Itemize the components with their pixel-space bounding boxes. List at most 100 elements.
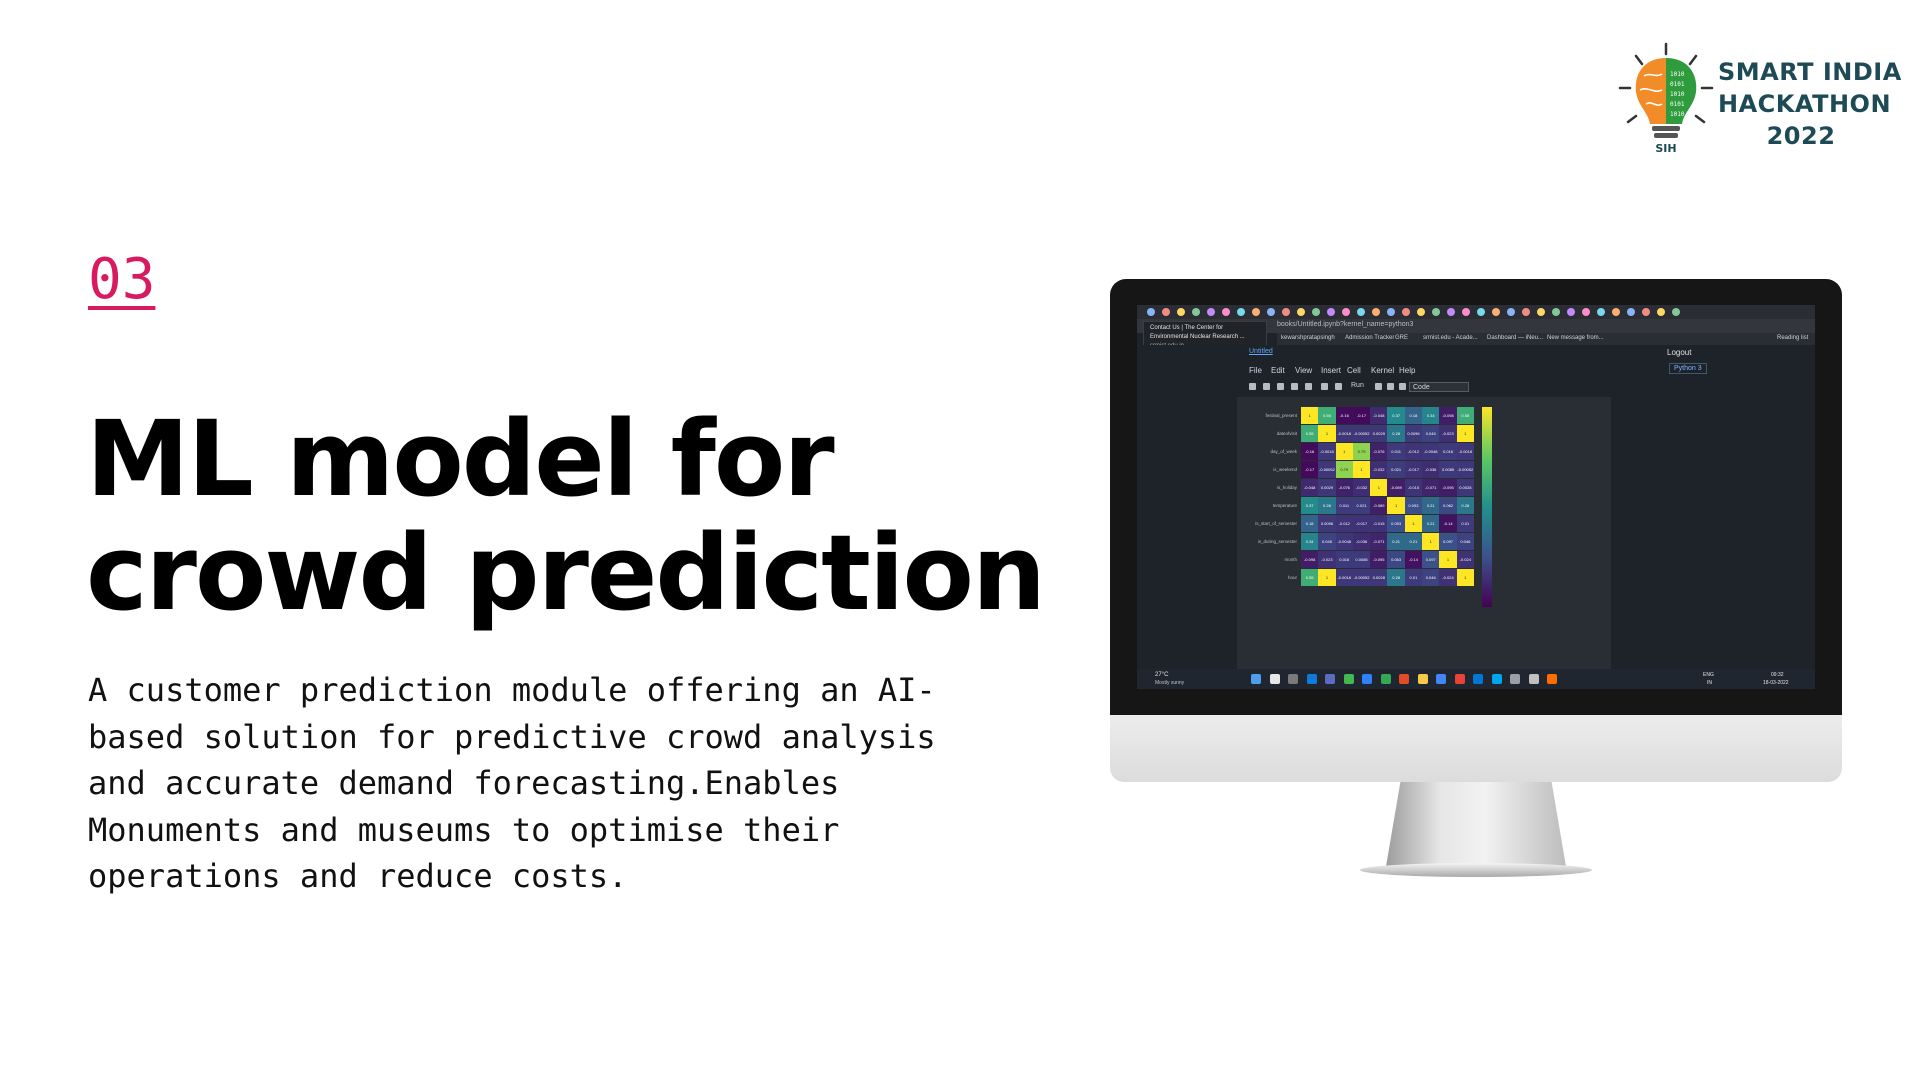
heatmap-cell: 0.55: [1318, 407, 1336, 425]
heatmap-cell: 0.016: [1335, 551, 1353, 569]
heatmap-cell: 1: [1318, 425, 1336, 443]
heatmap-cell: 0.046: [1456, 533, 1474, 551]
bookmark-item: New message from...: [1547, 335, 1604, 341]
cell-type-select: Code: [1409, 382, 1469, 392]
taskbar-app-icon: [1251, 674, 1261, 684]
menu-item-insert: Insert: [1321, 366, 1342, 375]
svg-text:0101: 0101: [1670, 81, 1685, 88]
heatmap-row: temperature 0.37 0.28 0.011 0.021 -0.089 1 0.09…: [1273, 497, 1474, 515]
heatmap-cell: -0.024: [1456, 551, 1474, 569]
heatmap-cell: 0.0096: [1404, 425, 1423, 443]
browser-tab-icon: [1417, 308, 1425, 316]
heatmap-cell: 0.046: [1422, 569, 1440, 587]
heatmap-cell: 1: [1370, 479, 1388, 497]
heatmap-cell: 0.093: [1404, 497, 1423, 515]
heatmap-cell: 0.79: [1352, 443, 1371, 461]
browser-tab-icon: [1297, 308, 1305, 316]
monitor-screen: books/Untitled.ipynb?kernel_name=python3…: [1137, 305, 1815, 689]
heatmap-row-label: festival_present: [1265, 413, 1297, 418]
heatmap-cell: -0.015: [1404, 479, 1423, 497]
heatmap-cell: 0.045: [1318, 533, 1336, 551]
heatmap-cell: -0.098: [1439, 407, 1457, 425]
heatmap-cell: -0.17: [1301, 461, 1319, 479]
taskbar-app-icon: [1510, 674, 1520, 684]
heatmap-cell: 0.28: [1456, 497, 1474, 515]
heatmap-cell: 0.34: [1301, 533, 1319, 551]
sih-logo: 1010 0101 1010 0101 1010 SIH SMART INDIA…: [1618, 42, 1902, 162]
heatmap-cell: -0.023: [1318, 551, 1336, 569]
correlation-heatmap: festival_present 1 0.55 -0.16 -0.17 -0.048 0.3…: [1255, 407, 1474, 587]
heatmap-cell: -0.089: [1387, 479, 1405, 497]
heatmap-cell: 0.01: [1404, 569, 1423, 587]
bookmarks-bar: kewarshpratapsingh Admission Tracker GRE sr…: [1277, 333, 1815, 345]
heatmap-cell: 0.0085: [1439, 461, 1457, 479]
logo-line-3: 2022: [1766, 122, 1836, 150]
svg-text:1010: 1010: [1670, 71, 1685, 78]
logo-wordmark: SMART INDIA HACKATHON 2022: [1718, 56, 1902, 152]
region-indicator: IN: [1707, 680, 1712, 686]
menu-item-cell: Cell: [1347, 366, 1361, 375]
heatmap-cell: 0.016: [1439, 443, 1457, 461]
menu-item-help: Help: [1399, 366, 1416, 375]
svg-text:1010: 1010: [1670, 91, 1685, 98]
heatmap-row-label: day_of_week: [1270, 449, 1297, 454]
browser-tab-icon: [1402, 308, 1410, 316]
browser-tab-icon: [1147, 308, 1155, 316]
heatmap-row: day_of_week -0.16 -0.0018 1 0.79 -0.076 0.011-…: [1270, 443, 1474, 461]
weather-description: Mostly sunny: [1155, 680, 1185, 686]
tooltip-title: Contact Us | The Center for: [1150, 325, 1224, 331]
taskbar-app-icon: [1417, 674, 1428, 684]
heatmap-cell: 0.063: [1387, 551, 1405, 569]
heatmap-row-label: hour: [1287, 575, 1297, 580]
heatmap-colorbar: [1482, 407, 1492, 607]
notebook-toolbar: Run Code: [1243, 381, 1619, 395]
heatmap-cell: -0.032: [1352, 479, 1371, 497]
heatmap-cell: 0.55: [1301, 569, 1319, 587]
windows-taskbar: 27°C Mostly sunny ENG IN 09:32 18-03-202…: [1137, 669, 1815, 689]
run-button: Run: [1351, 382, 1364, 389]
browser-tab-icon: [1507, 308, 1515, 316]
heatmap-cell: -0.017: [1352, 515, 1371, 533]
bookmark-item: kewarshpratapsingh: [1281, 335, 1335, 341]
address-text: books/Untitled.ipynb?kernel_name=python3: [1277, 321, 1414, 328]
logo-line-1: SMART INDIA: [1718, 58, 1902, 86]
heatmap-cell: 1: [1456, 425, 1474, 443]
browser-tab-icon: [1477, 308, 1485, 316]
menu-item-kernel: Kernel: [1371, 366, 1395, 375]
heatmap-cell: 0.21: [1422, 497, 1440, 515]
svg-text:1010: 1010: [1670, 111, 1685, 118]
heatmap-cell: 0.21: [1422, 515, 1440, 533]
heatmap-cell: 0.0085: [1352, 551, 1371, 569]
browser-tab-icon: [1237, 308, 1245, 316]
browser-tab-icon: [1642, 308, 1650, 316]
heatmap-cell: -0.015: [1370, 515, 1388, 533]
heatmap-cell: -0.17: [1352, 407, 1371, 425]
heatmap-row: month -0.098 -0.023 0.016 0.0085 -0.095 0.063-…: [1284, 551, 1474, 569]
heatmap-cell: 1: [1318, 569, 1336, 587]
heatmap-cell: 1: [1352, 461, 1371, 479]
heatmap-cell: 0.093: [1387, 515, 1405, 533]
browser-tab-icon: [1552, 308, 1560, 316]
slide-title: ML model for crowd prediction: [86, 402, 1046, 630]
heatmap-cell: -0.017: [1404, 461, 1423, 479]
heatmap-cell: 0.0028: [1456, 479, 1474, 497]
heatmap-cell: 0.011: [1387, 443, 1405, 461]
menu-item-file: File: [1249, 366, 1262, 375]
heatmap-cell: -0.071: [1370, 533, 1388, 551]
heatmap-cell: -0.0018: [1456, 443, 1474, 461]
browser-tab-icon: [1657, 308, 1665, 316]
taskbar-app-icon: [1491, 674, 1502, 684]
heatmap-cell: -0.023: [1439, 425, 1457, 443]
browser-tab-icon: [1372, 308, 1380, 316]
browser-tab-icon: [1447, 308, 1455, 316]
heatmap-cell: -0.048: [1301, 479, 1319, 497]
heatmap-cell: 0.0096: [1318, 515, 1336, 533]
heatmap-cell: -0.089: [1370, 497, 1388, 515]
cut-icon: [1277, 383, 1284, 390]
browser-tab-icon: [1207, 308, 1215, 316]
menu-item-view: View: [1295, 366, 1313, 375]
heatmap-cell: -0.036: [1352, 533, 1371, 551]
clock-date: 18-03-2022: [1763, 680, 1789, 686]
heatmap-cell: -0.095: [1439, 479, 1457, 497]
taskbar-app-icon: [1436, 674, 1446, 684]
